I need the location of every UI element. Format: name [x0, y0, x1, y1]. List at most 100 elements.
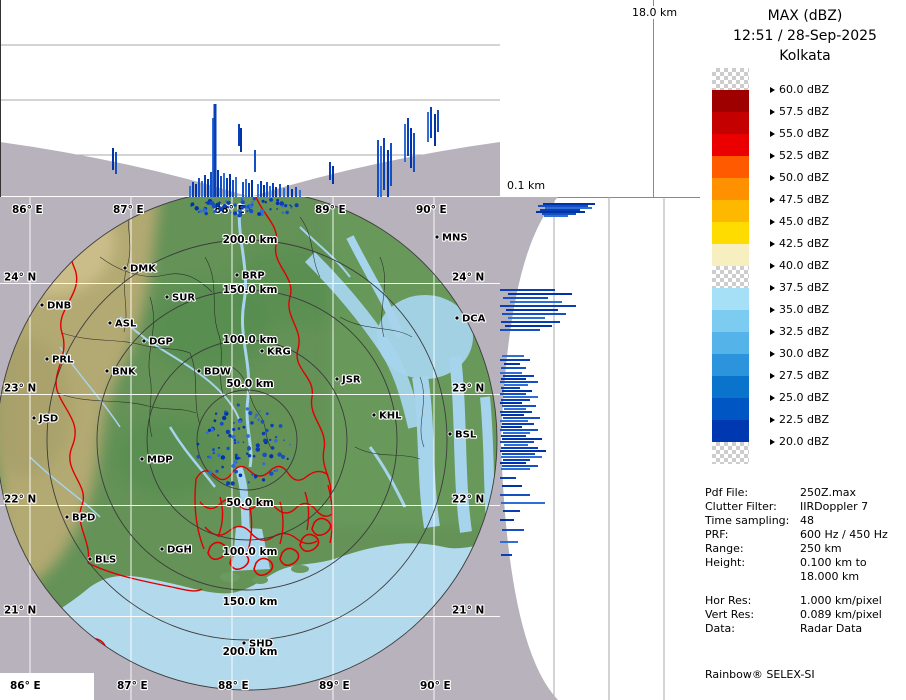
- echo-bar: [503, 459, 530, 461]
- echo-bar: [501, 367, 526, 369]
- legend-labels: 60.0 dBZ 57.5 dBZ 55.0 dBZ 52.5 dBZ 50.0 dBZ…: [770, 0, 890, 500]
- info-label: Data:: [705, 622, 735, 635]
- echo-bar: [500, 494, 530, 496]
- echo-bar: [501, 426, 522, 428]
- legend-tick-icon: [770, 175, 775, 181]
- info-label: Pdf File:: [705, 486, 749, 499]
- echo-bar: [434, 114, 436, 146]
- echo-speckle: [242, 204, 246, 209]
- echo-bar: [240, 128, 242, 152]
- echo-speckle: [212, 448, 215, 452]
- info-label: Time sampling:: [705, 514, 790, 527]
- echo-bar: [437, 110, 439, 132]
- echo-bar: [115, 152, 117, 174]
- info-value: 0.100 km to: [800, 556, 867, 569]
- corner-height-gridline: [653, 0, 654, 197]
- echo-bar: [504, 444, 528, 446]
- city-dot: [241, 640, 247, 646]
- echo-speckle: [217, 434, 220, 437]
- echo-speckle: [220, 455, 226, 460]
- echo-speckle: [270, 446, 275, 450]
- echo-speckle: [274, 435, 278, 439]
- echo-speckle: [234, 441, 237, 445]
- legend-cell: [712, 112, 749, 134]
- info-label: Clutter Filter:: [705, 500, 777, 513]
- legend-label: 55.0 dBZ: [770, 126, 829, 142]
- echo-bar: [269, 186, 271, 197]
- echo-bar: [504, 384, 528, 386]
- echo-bar: [500, 462, 526, 464]
- legend-label-text: 45.0 dBZ: [779, 215, 830, 228]
- echo-speckle: [249, 209, 254, 214]
- legend-cell: [712, 266, 749, 288]
- echo-speckle: [208, 470, 213, 475]
- side-height-profile-panel: [500, 197, 700, 700]
- echo-bar: [501, 468, 530, 470]
- echo-bar: [266, 182, 268, 197]
- echo-speckle: [270, 423, 274, 428]
- echo-bar: [502, 438, 542, 440]
- height-axis-max-label: 18.0 km: [630, 6, 680, 19]
- echo-speckle: [229, 211, 232, 214]
- echo-bar: [380, 146, 382, 197]
- legend-tick-icon: [770, 395, 775, 401]
- info-value: 250 km: [800, 542, 842, 555]
- echo-speckle: [226, 446, 230, 451]
- info-row: Vert Res: 0.089 km/pixel: [705, 608, 900, 622]
- echo-speckle: [233, 439, 237, 442]
- echo-speckle: [269, 438, 272, 442]
- city-dot: [107, 320, 113, 326]
- echo-bar: [248, 183, 250, 197]
- info-label: Range:: [705, 542, 744, 555]
- echo-speckle: [197, 211, 200, 213]
- echo-speckle: [245, 407, 250, 411]
- echo-bar: [377, 140, 379, 197]
- echo-speckle: [239, 419, 242, 423]
- legend-label: 45.0 dBZ: [770, 214, 829, 230]
- echo-bar: [223, 173, 225, 197]
- city-label: DNB: [47, 301, 71, 312]
- city-label: SUR: [172, 293, 195, 304]
- echo-speckle: [225, 200, 228, 203]
- echo-speckle: [264, 201, 267, 204]
- echo-speckle: [269, 208, 272, 211]
- echo-bar: [383, 138, 385, 190]
- echo-bar: [502, 423, 534, 425]
- info-row: Time sampling: 48: [705, 514, 900, 528]
- echo-speckle: [202, 208, 207, 213]
- echo-speckle: [230, 481, 235, 486]
- city-label: KHL: [379, 411, 402, 422]
- legend-label-text: 20.0 dBZ: [779, 435, 830, 448]
- legend-label: 27.5 dBZ: [770, 368, 829, 384]
- echo-bar: [503, 297, 548, 299]
- echo-speckle: [214, 412, 218, 415]
- city-dot: [196, 368, 202, 374]
- echo-speckle: [231, 463, 236, 469]
- legend-cell: [712, 442, 749, 464]
- height-axis-min-label: 0.1 km: [505, 179, 548, 192]
- legend-cell: [712, 376, 749, 398]
- legend-label-text: 50.0 dBZ: [779, 171, 830, 184]
- echo-speckle: [248, 411, 253, 416]
- echo-speckle: [233, 211, 238, 216]
- legend-cell: [712, 244, 749, 266]
- legend-tick-icon: [770, 329, 775, 335]
- city-label: BRP: [242, 271, 265, 282]
- legend-tick-icon: [770, 307, 775, 313]
- echo-bar: [500, 420, 528, 422]
- echo-bar: [500, 519, 514, 521]
- echo-bar: [413, 133, 415, 172]
- echo-bar: [254, 150, 256, 172]
- info-value: 0.089 km/pixel: [800, 608, 882, 621]
- echo-speckle: [261, 199, 265, 203]
- echo-speckle: [221, 465, 225, 469]
- echo-bar: [189, 186, 191, 197]
- echo-speckle: [196, 442, 200, 446]
- radar-max-display: 18.0 km 0.1 km 86° E 86° E 87° E 87° E 8…: [0, 0, 906, 700]
- echo-speckle: [276, 208, 278, 210]
- echo-bar: [502, 453, 535, 455]
- echo-bar: [500, 305, 576, 307]
- legend-label: 25.0 dBZ: [770, 390, 829, 406]
- echo-speckle: [190, 202, 195, 207]
- echo-speckle: [205, 201, 207, 204]
